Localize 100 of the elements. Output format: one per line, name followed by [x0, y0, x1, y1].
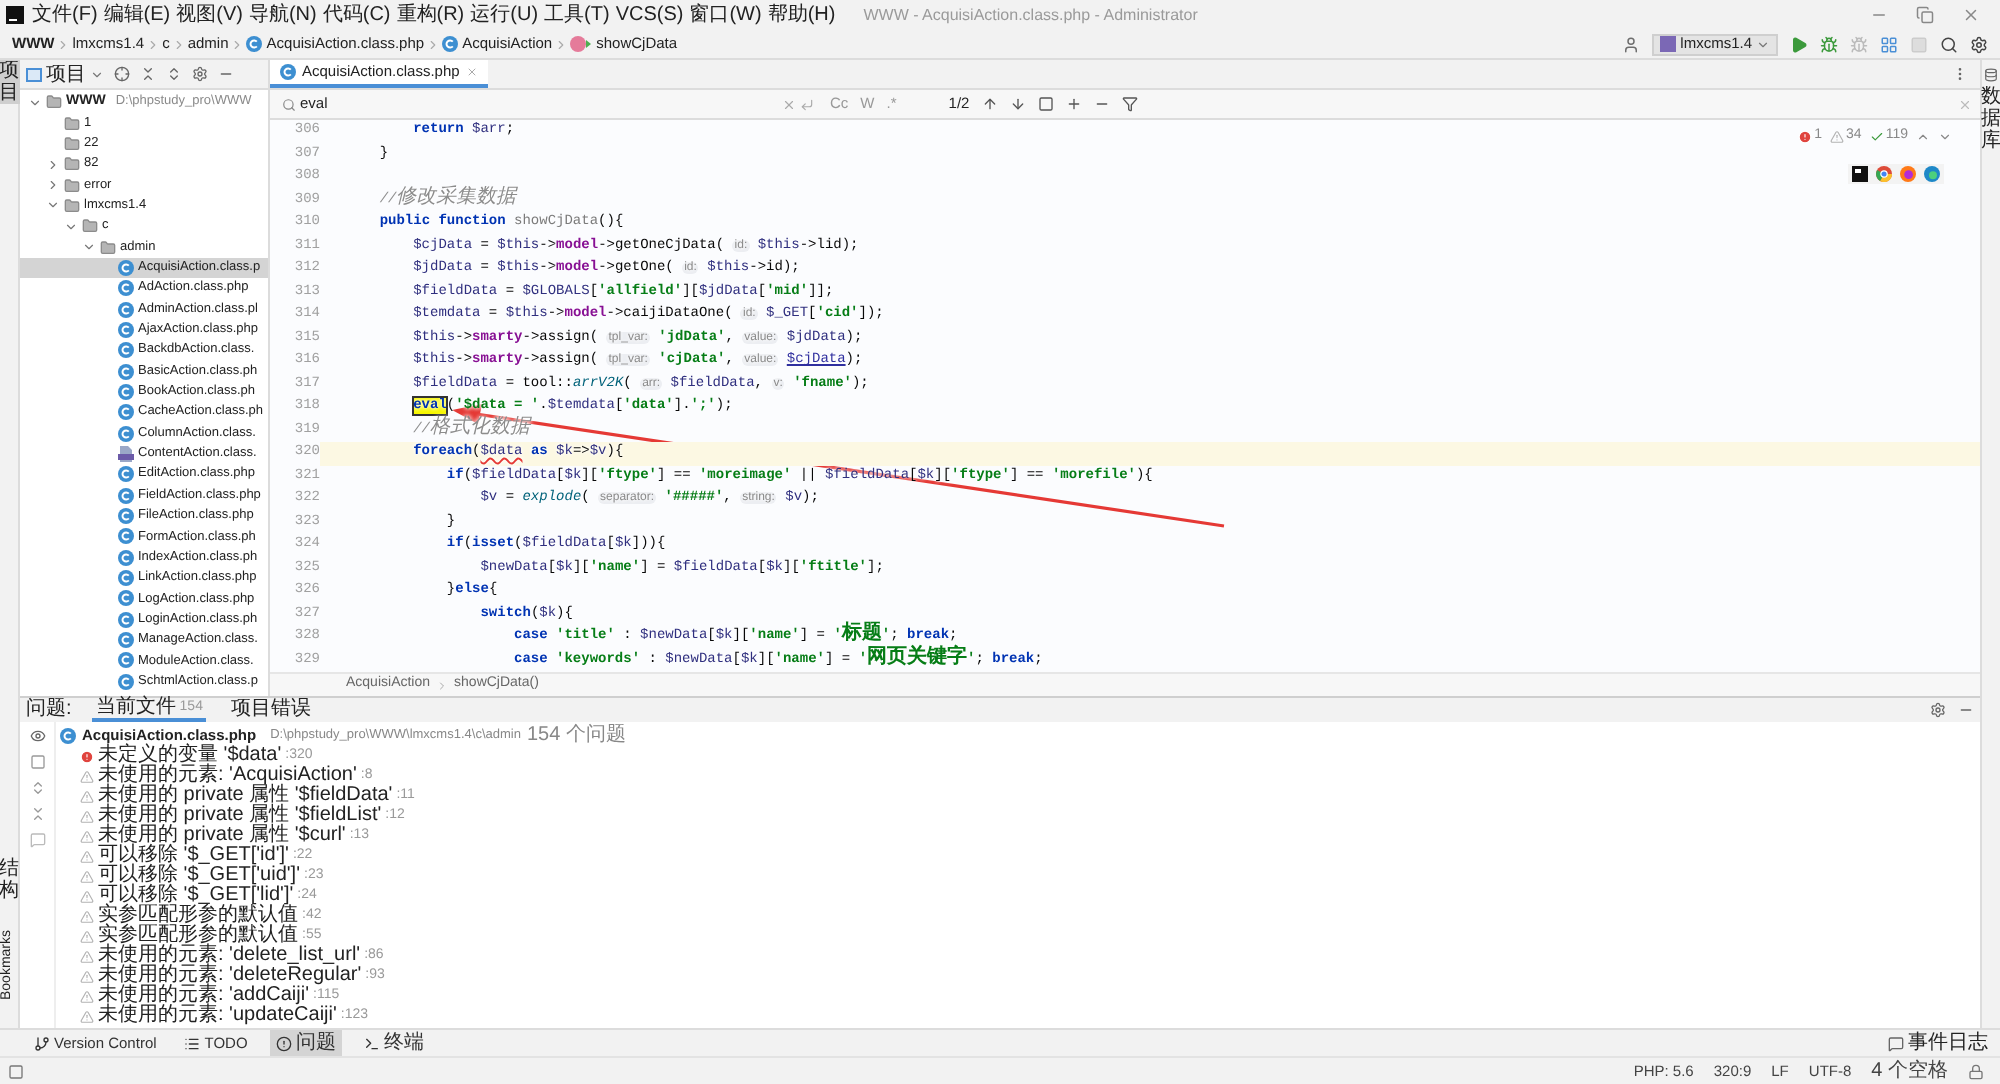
- close-icon[interactable]: [465, 66, 478, 78]
- folder-icon: [100, 239, 116, 256]
- message-icon: [1888, 1035, 1904, 1051]
- class-icon: [118, 632, 134, 649]
- class-icon: [118, 383, 134, 400]
- check-icon: [1869, 129, 1884, 144]
- folder-icon: [82, 218, 98, 235]
- menu-item[interactable]: 视图(V): [176, 3, 243, 27]
- warning-icon: [80, 849, 94, 863]
- menu-item[interactable]: 窗口(W): [689, 3, 762, 27]
- menu-item[interactable]: 编辑(E): [103, 3, 171, 27]
- branch-icon: [34, 1035, 50, 1051]
- eye-icon[interactable]: [29, 728, 45, 744]
- menu-item[interactable]: 导航(N): [248, 3, 317, 27]
- folder-icon: [64, 197, 80, 214]
- class-icon: [280, 64, 296, 80]
- search-icon[interactable]: [1940, 35, 1958, 53]
- restore-icon[interactable]: [1916, 6, 1934, 24]
- menu-item[interactable]: VCS(S): [615, 3, 684, 27]
- next-match-icon[interactable]: [1009, 96, 1026, 112]
- class-icon: [118, 652, 134, 669]
- class-icon: [118, 549, 134, 566]
- class-icon: [442, 36, 459, 52]
- class-icon: [118, 363, 134, 380]
- tool-window-button[interactable]: 问题: [269, 1030, 342, 1056]
- browser-icon[interactable]: [1876, 166, 1892, 182]
- next-icon[interactable]: [1938, 129, 1952, 144]
- lock-icon[interactable]: [1968, 1063, 1984, 1079]
- database-tool-tab[interactable]: 数据库: [1981, 86, 2000, 152]
- folder-icon: [64, 135, 80, 152]
- class-icon: [118, 342, 134, 359]
- tool-window-button[interactable]: 终端: [357, 1030, 430, 1056]
- warning-icon: [80, 889, 94, 903]
- class-icon: [118, 425, 134, 442]
- expand-icon[interactable]: [29, 780, 45, 796]
- add-selection-icon[interactable]: [1065, 96, 1082, 112]
- window-title: WWW - AcquisiAction.class.php - Administrator: [863, 3, 1198, 27]
- menu-item[interactable]: 运行(U): [470, 3, 539, 27]
- database-icon[interactable]: [1984, 68, 1998, 82]
- filter-icon[interactable]: [1121, 96, 1138, 112]
- debug-icon[interactable]: [1820, 35, 1838, 53]
- run-icon[interactable]: [1790, 35, 1808, 53]
- class-icon: [118, 301, 134, 318]
- class-icon: [118, 321, 134, 338]
- alert-icon: [275, 1035, 292, 1051]
- terminal-icon: [363, 1035, 380, 1051]
- menu-item[interactable]: 工具(T): [544, 3, 610, 27]
- warning-icon: [80, 949, 94, 963]
- class-icon: [60, 728, 76, 744]
- app-icon[interactable]: [1852, 166, 1868, 182]
- menu-item[interactable]: 重构(R): [396, 3, 465, 27]
- settings-icon[interactable]: [1970, 35, 1988, 53]
- collapse-icon[interactable]: [140, 66, 156, 82]
- newline-icon[interactable]: [800, 97, 814, 111]
- warning-icon: [80, 909, 94, 923]
- class-icon: [118, 673, 134, 690]
- class-icon: [118, 487, 134, 504]
- class-icon: [118, 590, 134, 607]
- settings-icon[interactable]: [1930, 702, 1946, 718]
- class-icon: [118, 528, 134, 545]
- chevron-icon: [56, 37, 71, 51]
- folder-icon: [64, 156, 80, 173]
- expand-icon[interactable]: [166, 66, 182, 82]
- chevron-icon: [554, 37, 569, 51]
- warning-icon: [1830, 129, 1845, 144]
- target-icon[interactable]: [114, 66, 130, 82]
- chevron-icon[interactable]: [28, 95, 42, 110]
- panel-tab[interactable]: 项目错误: [226, 698, 315, 722]
- clear-icon[interactable]: [782, 97, 796, 111]
- previous-match-icon[interactable]: [981, 96, 998, 112]
- collapse-icon[interactable]: [29, 806, 45, 822]
- menu-item[interactable]: 文件(F): [32, 3, 98, 27]
- php-file-icon: [1660, 36, 1677, 52]
- menu-item[interactable]: 帮助(H): [767, 3, 836, 27]
- warning-icon: [80, 809, 94, 823]
- warning-icon: [80, 789, 94, 803]
- warning-icon: [80, 769, 94, 783]
- folder-icon: [46, 94, 62, 111]
- close-icon[interactable]: [1962, 6, 1980, 24]
- class-icon: [118, 508, 134, 525]
- warning-icon: [80, 1009, 94, 1023]
- previous-icon[interactable]: [1916, 129, 1930, 144]
- window-icon: [26, 67, 42, 81]
- class-icon: [118, 611, 134, 628]
- menu-item[interactable]: 代码(C): [322, 3, 391, 27]
- method-icon: [570, 36, 593, 52]
- warning-icon: [80, 929, 94, 943]
- class-icon: [118, 570, 134, 587]
- warning-icon: [80, 829, 94, 843]
- php-file-icon: [118, 446, 134, 463]
- chevron-icon: [436, 679, 449, 691]
- list-icon: [184, 1035, 201, 1051]
- warning-icon: [80, 869, 94, 883]
- folder-icon: [64, 115, 80, 132]
- event-log-button[interactable]: 事件日志: [1888, 1028, 1988, 1058]
- settings-icon[interactable]: [192, 66, 208, 82]
- status-item[interactable]: 4 个空格: [1871, 1056, 1948, 1084]
- folder-icon: [64, 177, 80, 194]
- user-icon[interactable]: [1622, 35, 1641, 53]
- class-icon: [118, 259, 134, 276]
